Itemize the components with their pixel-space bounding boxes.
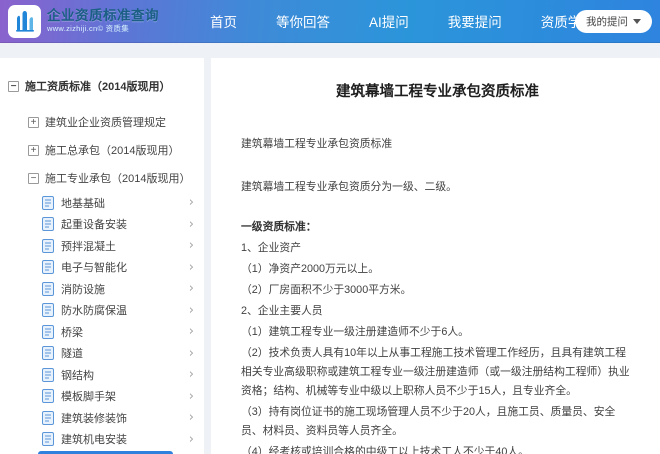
sidebar-leaf-list: 地基基础 › 起重设备安装 › 预拌混凝土 › 电子与智能化 › 消防设施 › … [0, 192, 204, 454]
sidebar-item-label: 地基基础 [61, 197, 105, 210]
document-icon [42, 217, 54, 232]
sidebar-item-steel-structure[interactable]: 钢结构 › [42, 364, 204, 386]
article-paragraph: 建筑幕墙工程专业承包资质标准 [241, 138, 393, 150]
expand-icon[interactable]: + [28, 116, 39, 128]
sidebar-item-fire-protection[interactable]: 消防设施 › [42, 278, 204, 300]
sidebar-item-label: 隧道 [61, 348, 83, 361]
app-window: 企业资质标准查询 www.zizhiji.cn© 资质集 首页 等你回答 AI提… [0, 0, 660, 454]
top-navbar: 企业资质标准查询 www.zizhiji.cn© 资质集 首页 等你回答 AI提… [0, 0, 660, 43]
logo-text: 企业资质标准查询 www.zizhiji.cn© 资质集 [47, 7, 159, 33]
chevron-right-icon: › [188, 431, 194, 447]
sidebar-group-management-rules[interactable]: + 建筑业企业资质管理规定 [28, 108, 204, 136]
chevron-right-icon: › [188, 345, 194, 361]
sidebar-item-label: 预拌混凝土 [61, 240, 116, 253]
collapse-icon[interactable]: − [28, 172, 39, 184]
article-paragraph: 1、企业资产 [241, 242, 301, 254]
sidebar-item-decoration[interactable]: 建筑装修装饰 › [42, 407, 204, 429]
sidebar-item-electronics-intelligence[interactable]: 电子与智能化 › [42, 257, 204, 279]
article-paragraph: （1）净资产2000万元以上。 [241, 263, 379, 275]
document-icon [42, 260, 54, 275]
sidebar-item-label: 钢结构 [61, 369, 94, 382]
document-icon [42, 324, 54, 339]
chevron-right-icon: › [188, 388, 194, 404]
sidebar-root-construction-standards[interactable]: − 施工资质标准（2014版现用） [8, 78, 204, 94]
document-icon [42, 410, 54, 425]
sidebar-item-label: 电子与智能化 [61, 262, 127, 275]
chevron-right-icon: › [188, 302, 194, 318]
section-heading-level1: 一级资质标准： [241, 221, 317, 233]
chevron-right-icon: › [188, 238, 194, 254]
sidebar-item-label: 消防设施 [61, 283, 105, 296]
sidebar-root-label: 施工资质标准（2014版现用） [25, 81, 171, 93]
article-paragraph: （2）厂房面积不少于3000平方米。 [241, 284, 412, 296]
sidebar-tree: − 施工资质标准（2014版现用） + 建筑业企业资质管理规定 + 施工总承包（… [0, 58, 204, 454]
sidebar-item-tunnel[interactable]: 隧道 › [42, 343, 204, 365]
sidebar-group-label: 施工总承包（2014版现用） [45, 145, 180, 157]
sidebar-group-label: 建筑业企业资质管理规定 [45, 117, 166, 129]
article-paragraph: （3）持有岗位证书的施工现场管理人员不少于20人，且施工员、质量员、安全员、材料… [241, 406, 616, 437]
sidebar-item-label: 建筑装修装饰 [61, 412, 127, 425]
sidebar-item-waterproof-anticorrosion[interactable]: 防水防腐保温 › [42, 300, 204, 322]
document-icon [42, 281, 54, 296]
sidebar-item-label: 桥梁 [61, 326, 83, 339]
chevron-right-icon: › [188, 324, 194, 340]
article-paragraph: 建筑幕墙工程专业承包资质分为一级、二级。 [241, 181, 457, 193]
page-title: 建筑幕墙工程专业承包资质标准 [336, 84, 539, 100]
article-panel: 建筑幕墙工程专业承包资质标准 建筑幕墙工程专业承包资质标准 建筑幕墙工程专业承包… [211, 58, 660, 454]
chevron-right-icon: › [188, 367, 194, 383]
article-paragraph: （1）建筑工程专业一级注册建造师不少于6人。 [241, 326, 469, 338]
document-icon [42, 367, 54, 382]
sidebar-item-formwork-scaffolding[interactable]: 模板脚手架 › [42, 386, 204, 408]
sidebar-group-general-contracting[interactable]: + 施工总承包（2014版现用） [28, 136, 204, 164]
chevron-right-icon: › [188, 281, 194, 297]
sidebar-item-label: 防水防腐保温 [61, 305, 127, 318]
article-paragraph: 2、企业主要人员 [241, 305, 323, 317]
sidebar-group-label: 施工专业承包（2014版现用） [45, 173, 191, 185]
chevron-down-icon [633, 19, 641, 24]
nav-item-ai-question[interactable]: AI提问 [369, 11, 409, 31]
article-paragraph: （4）经考核或培训合格的中级工以上技术工人不少于40人。 [241, 446, 529, 454]
logo-subtitle: www.zizhiji.cn© 资质集 [47, 23, 130, 33]
sidebar-item-label: 模板脚手架 [61, 391, 116, 404]
logo-title: 企业资质标准查询 [47, 7, 159, 23]
document-icon [42, 238, 54, 253]
my-questions-button[interactable]: 我的提问 [575, 10, 652, 33]
document-icon [42, 389, 54, 404]
chevron-right-icon: › [188, 410, 194, 426]
sidebar-item-foundation[interactable]: 地基基础 › [42, 192, 204, 214]
document-icon [42, 195, 54, 210]
collapse-icon[interactable]: − [8, 80, 19, 92]
sidebar-item-ready-mixed-concrete[interactable]: 预拌混凝土 › [42, 235, 204, 257]
chevron-right-icon: › [188, 259, 194, 275]
sidebar-item-mechanical-electrical[interactable]: 建筑机电安装 › [42, 429, 204, 451]
chevron-right-icon: › [188, 216, 194, 232]
sidebar-groups: + 建筑业企业资质管理规定 + 施工总承包（2014版现用） − 施工专业承包（… [0, 108, 204, 192]
sidebar-item-label: 建筑机电安装 [61, 434, 127, 447]
my-questions-label: 我的提问 [586, 16, 628, 28]
document-icon [42, 346, 54, 361]
expand-icon[interactable]: + [28, 144, 39, 156]
sidebar-item-lifting-equipment[interactable]: 起重设备安装 › [42, 214, 204, 236]
nav-item-waiting-answers[interactable]: 等你回答 [276, 11, 330, 31]
chevron-right-icon: › [188, 195, 194, 211]
document-icon [42, 432, 54, 447]
nav-item-home[interactable]: 首页 [210, 11, 237, 31]
site-logo[interactable]: 企业资质标准查询 www.zizhiji.cn© 资质集 [8, 4, 196, 38]
logo-icon [8, 4, 41, 38]
sidebar-item-label: 起重设备安装 [61, 219, 127, 232]
nav-item-ask-question[interactable]: 我要提问 [448, 11, 502, 31]
sidebar-group-professional-contracting[interactable]: − 施工专业承包（2014版现用） [28, 164, 204, 192]
document-icon [42, 303, 54, 318]
sidebar-item-bridge[interactable]: 桥梁 › [42, 321, 204, 343]
article-paragraph: （2）技术负责人具有10年以上从事工程施工技术管理工作经历，且具有建筑工程相关专… [241, 347, 630, 397]
